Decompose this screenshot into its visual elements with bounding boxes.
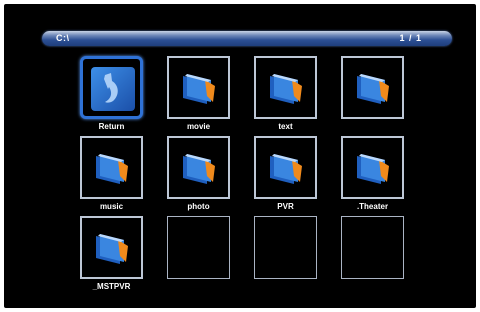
path-bar: C:\ 1 / 1 [42, 31, 452, 46]
folder-icon [183, 154, 215, 184]
tile-frame [254, 56, 317, 119]
grid-item-empty[interactable] [254, 216, 317, 279]
item-label: .Theater [356, 202, 389, 211]
file-grid: Return movie text music photo PVR .Theat… [80, 56, 404, 291]
folder-icon [357, 154, 389, 184]
tile-frame [254, 136, 317, 199]
item-label: _MSTPVR [92, 282, 131, 291]
folder-icon [357, 74, 389, 104]
grid-item-folder[interactable]: _MSTPVR [80, 216, 143, 291]
current-path: C:\ [56, 33, 70, 43]
folder-icon [96, 234, 128, 264]
grid-item-return[interactable]: Return [80, 56, 143, 131]
grid-item-empty[interactable] [167, 216, 230, 279]
tile-frame [80, 136, 143, 199]
page-indicator: 1 / 1 [399, 33, 422, 43]
tile-frame [167, 136, 230, 199]
return-arrow-icon [91, 67, 135, 111]
grid-item-folder[interactable]: movie [167, 56, 230, 131]
item-label: text [278, 122, 293, 131]
empty-slot [254, 216, 317, 279]
tile-frame [80, 216, 143, 279]
grid-item-folder[interactable]: .Theater [341, 136, 404, 211]
selection-frame [80, 56, 143, 119]
folder-icon [270, 154, 302, 184]
tile-frame [167, 56, 230, 119]
tv-screen: C:\ 1 / 1 Return movie text music photo … [4, 4, 476, 308]
grid-item-folder[interactable]: text [254, 56, 317, 131]
folder-icon [270, 74, 302, 104]
empty-slot [167, 216, 230, 279]
grid-item-folder[interactable] [341, 56, 404, 119]
tile-frame [341, 56, 404, 119]
tile-frame [341, 136, 404, 199]
folder-icon [96, 154, 128, 184]
grid-item-folder[interactable]: photo [167, 136, 230, 211]
grid-item-empty[interactable] [341, 216, 404, 279]
grid-item-folder[interactable]: PVR [254, 136, 317, 211]
empty-slot [341, 216, 404, 279]
grid-item-folder[interactable]: music [80, 136, 143, 211]
folder-icon [183, 74, 215, 104]
